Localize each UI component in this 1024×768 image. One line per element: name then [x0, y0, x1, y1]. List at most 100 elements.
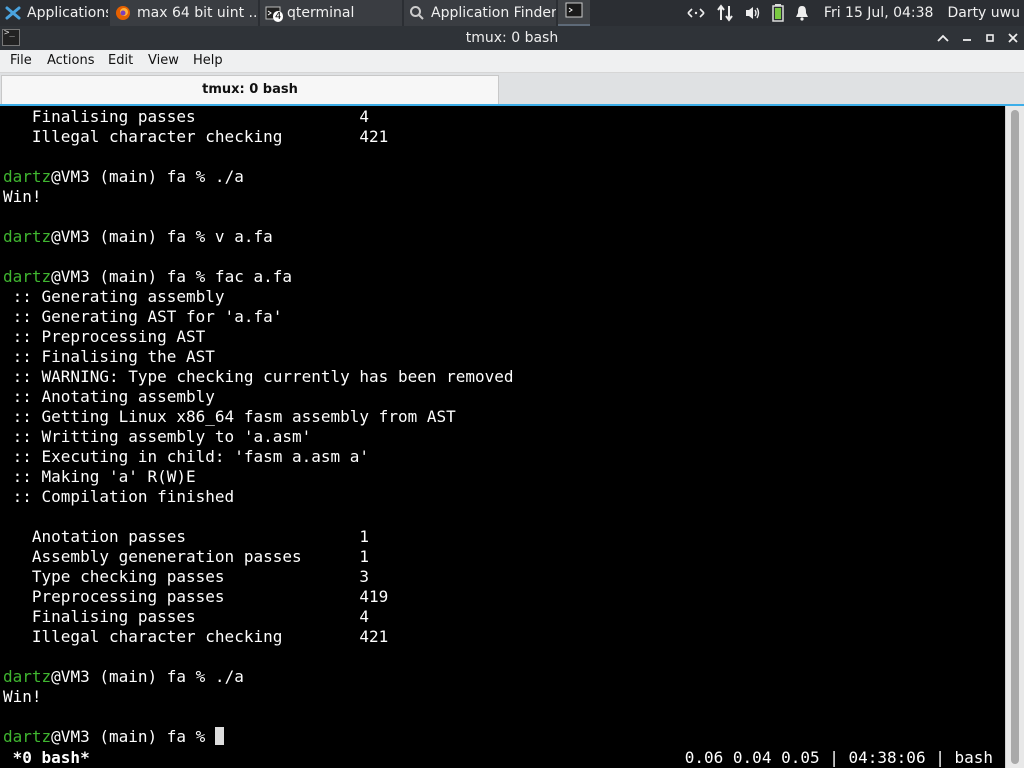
- prompt-user: dartz: [3, 167, 52, 186]
- volume-icon[interactable]: [744, 5, 762, 21]
- output-text: Finalising passes 4: [3, 107, 370, 126]
- menu-actions[interactable]: Actions: [47, 50, 95, 72]
- menu-help[interactable]: Help: [193, 50, 223, 72]
- tab-tmux-bash[interactable]: tmux: 0 bash: [1, 75, 499, 104]
- close-button[interactable]: [1002, 26, 1024, 50]
- taskbar-item-label: max 64 bit uint ...: [137, 5, 258, 21]
- prompt-line: dartz@VM3 (main) fa % ./a: [3, 167, 244, 187]
- tmux-status-line: *0 bash* 0.06 0.04 0.05 | 04:38:06 | bas…: [0, 747, 1005, 768]
- minimize-button[interactable]: [956, 26, 978, 50]
- output-line: Type checking passes 3: [3, 567, 369, 587]
- tmux-status-right: 0.06 0.04 0.05 | 04:38:06 | bash: [684, 748, 993, 767]
- maximize-button[interactable]: [979, 26, 1001, 50]
- output-line: Preprocessing passes 419: [3, 587, 388, 607]
- prompt-line: dartz@VM3 (main) fa % fac a.fa: [3, 267, 292, 287]
- output-text: Assembly geneneration passes 1: [3, 547, 370, 566]
- output-line: :: WARNING: Type checking currently has …: [3, 367, 514, 387]
- terminal-scrollbar[interactable]: [1005, 106, 1024, 768]
- output-text: :: Executing in child: 'fasm a.asm a': [3, 447, 370, 466]
- output-line: :: Making 'a' R(W)E: [3, 467, 196, 487]
- clock[interactable]: Fri 15 Jul, 04:38: [824, 5, 934, 21]
- output-text: :: Writting assembly to 'a.asm': [3, 427, 312, 446]
- output-text: :: Anotating assembly: [3, 387, 215, 406]
- search-icon: [409, 5, 425, 21]
- output-line: :: Preprocessing AST: [3, 327, 206, 347]
- system-tray: Fri 15 Jul, 04:38 Darty uwu: [676, 0, 1024, 26]
- output-text: Win!: [3, 687, 42, 706]
- menu-view[interactable]: View: [148, 50, 179, 72]
- output-line: :: Compilation finished: [3, 487, 235, 507]
- taskbar-item-terminal-active[interactable]: [558, 0, 590, 26]
- prompt-line: dartz@VM3 (main) fa %: [3, 727, 224, 747]
- scrollbar-thumb[interactable]: [1011, 110, 1019, 764]
- prompt-line: dartz@VM3 (main) fa % ./a: [3, 667, 244, 687]
- output-text: :: Generating assembly: [3, 287, 225, 306]
- network-activity-icon[interactable]: [686, 6, 706, 20]
- output-line: :: Generating assembly: [3, 287, 225, 307]
- output-text: :: Getting Linux x86_64 fasm assembly fr…: [3, 407, 456, 426]
- output-text: Anotation passes 1: [3, 527, 370, 546]
- output-line: Finalising passes 4: [3, 107, 369, 127]
- output-text: :: WARNING: Type checking currently has …: [3, 367, 514, 386]
- battery-icon[interactable]: [772, 4, 784, 22]
- xfce-mouse-icon: [5, 5, 21, 21]
- prompt-user: dartz: [3, 667, 52, 686]
- menu-edit[interactable]: Edit: [108, 50, 133, 72]
- user-menu[interactable]: Darty uwu: [947, 5, 1020, 21]
- output-line: Illegal character checking 421: [3, 627, 388, 647]
- output-text: Illegal character checking 421: [3, 127, 389, 146]
- menu-file[interactable]: File: [10, 50, 32, 72]
- output-line: :: Executing in child: 'fasm a.asm a': [3, 447, 369, 467]
- output-line: Illegal character checking 421: [3, 127, 388, 147]
- output-text: :: Making 'a' R(W)E: [3, 467, 196, 486]
- output-text: :: Generating AST for 'a.fa': [3, 307, 283, 326]
- output-text: Illegal character checking 421: [3, 627, 389, 646]
- window-count-badge: 4: [273, 11, 284, 22]
- output-line: Finalising passes 4: [3, 607, 369, 627]
- tmux-window-list: *0 bash*: [3, 748, 90, 767]
- output-text: Finalising passes 4: [3, 607, 370, 626]
- applications-label: Applications: [27, 5, 108, 21]
- prompt-user: dartz: [3, 227, 52, 246]
- taskbar-item-app-finder[interactable]: Application Finder: [404, 0, 556, 26]
- output-text: Preprocessing passes 419: [3, 587, 389, 606]
- text-cursor: [214, 727, 224, 745]
- terminal-output[interactable]: Finalising passes 4 Illegal character ch…: [0, 106, 1005, 768]
- prompt-user: dartz: [3, 727, 52, 746]
- terminal-icon: 4: [265, 5, 284, 22]
- taskbar-item-qterminal[interactable]: 4 qterminal: [260, 0, 402, 26]
- output-line: Assembly geneneration passes 1: [3, 547, 369, 567]
- prompt-command: @VM3 (main) fa % ./a: [51, 167, 244, 186]
- output-line: Win!: [3, 187, 42, 207]
- prompt-command: @VM3 (main) fa % v a.fa: [51, 227, 273, 246]
- output-text: :: Preprocessing AST: [3, 327, 206, 346]
- output-text: Type checking passes 3: [3, 567, 370, 586]
- output-text: :: Compilation finished: [3, 487, 235, 506]
- taskbar-item-firefox[interactable]: max 64 bit uint ...: [110, 0, 258, 26]
- output-line: :: Generating AST for 'a.fa': [3, 307, 283, 327]
- window-titlebar[interactable]: tmux: 0 bash: [0, 26, 1024, 50]
- taskbar-item-label: Application Finder: [431, 5, 556, 21]
- output-text: Win!: [3, 187, 42, 206]
- tab-bar: tmux: 0 bash: [0, 73, 1024, 106]
- output-line: :: Writting assembly to 'a.asm': [3, 427, 312, 447]
- output-line: :: Finalising the AST: [3, 347, 215, 367]
- output-line: :: Anotating assembly: [3, 387, 215, 407]
- firefox-icon: [115, 5, 131, 21]
- prompt-command: @VM3 (main) fa %: [51, 727, 215, 746]
- prompt-line: dartz@VM3 (main) fa % v a.fa: [3, 227, 273, 247]
- network-updown-icon[interactable]: [716, 4, 734, 22]
- top-panel: Applications max 64 bit uint ... 4 qterm…: [0, 0, 1024, 26]
- notification-bell-icon[interactable]: [794, 5, 810, 21]
- prompt-user: dartz: [3, 267, 52, 286]
- taskbar-item-label: qterminal: [287, 5, 355, 21]
- output-line: Win!: [3, 687, 42, 707]
- applications-menu[interactable]: Applications: [0, 0, 108, 26]
- output-text: :: Finalising the AST: [3, 347, 215, 366]
- prompt-command: @VM3 (main) fa % fac a.fa: [51, 267, 292, 286]
- output-line: :: Getting Linux x86_64 fasm assembly fr…: [3, 407, 456, 427]
- terminal-icon: [565, 1, 583, 23]
- shade-up-button[interactable]: [932, 26, 954, 50]
- menu-bar: File Actions Edit View Help: [0, 50, 1024, 73]
- prompt-command: @VM3 (main) fa % ./a: [51, 667, 244, 686]
